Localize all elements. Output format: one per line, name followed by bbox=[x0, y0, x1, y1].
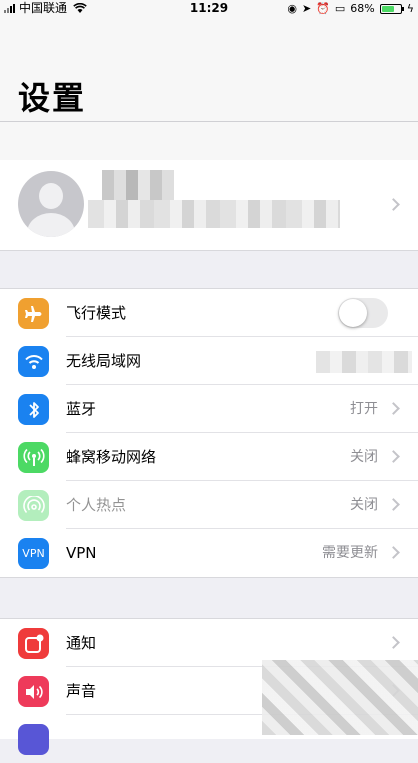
settings-row-bluetooth[interactable]: 蓝牙 打开 bbox=[0, 385, 418, 433]
settings-row-wifi[interactable]: 无线局域网 bbox=[0, 337, 418, 385]
status-bar: 中国联通 11:29 ◉ ➤ ⏰ ▭ 68% ϟ bbox=[0, 0, 418, 17]
screen-mirroring-icon: ▭ bbox=[334, 2, 346, 15]
settings-row-label: VPN bbox=[66, 544, 97, 562]
airplane-mode-toggle[interactable] bbox=[338, 298, 388, 328]
blurred-wifi-name bbox=[316, 351, 412, 373]
settings-row-value: 关闭 bbox=[350, 449, 378, 465]
battery-percent: 68% bbox=[350, 2, 375, 15]
chevron-right-icon bbox=[387, 450, 400, 463]
settings-row-personal-hotspot[interactable]: 个人热点 关闭 bbox=[0, 481, 418, 529]
settings-row-label: 蓝牙 bbox=[66, 400, 97, 418]
alarm-icon: ⏰ bbox=[316, 2, 330, 15]
blurred-watermark bbox=[262, 660, 418, 735]
settings-row-vpn[interactable]: VPN VPN 需要更新 bbox=[0, 529, 418, 577]
settings-row-label: 个人热点 bbox=[66, 496, 127, 514]
chevron-right-icon bbox=[387, 402, 400, 415]
settings-row-label: 飞行模式 bbox=[66, 304, 127, 322]
chevron-right-icon bbox=[387, 198, 400, 211]
bluetooth-icon bbox=[18, 394, 49, 425]
settings-row-airplane-mode[interactable]: 飞行模式 bbox=[0, 289, 418, 337]
next-setting-icon bbox=[18, 724, 49, 755]
chevron-right-icon bbox=[387, 498, 400, 511]
wifi-icon bbox=[18, 346, 49, 377]
settings-row-label: 蜂窝移动网络 bbox=[66, 448, 157, 466]
avatar bbox=[18, 171, 84, 237]
airplane-icon bbox=[18, 298, 49, 329]
location-icon: ➤ bbox=[301, 2, 312, 15]
blurred-profile-subtitle bbox=[88, 200, 340, 228]
vpn-icon-text: VPN bbox=[22, 547, 45, 560]
chevron-right-icon bbox=[387, 636, 400, 649]
settings-row-value: 打开 bbox=[350, 401, 378, 417]
settings-row-label: 声音 bbox=[66, 682, 97, 700]
blurred-profile-name bbox=[102, 170, 174, 200]
settings-row-label: 通知 bbox=[66, 634, 97, 652]
settings-row-value: 需要更新 bbox=[322, 545, 378, 561]
notification-icon bbox=[18, 628, 49, 659]
settings-group-connectivity: 飞行模式 无线局域网 蓝牙 打开 蜂窝移动网络 关闭 个人热点 关闭 VPN V… bbox=[0, 288, 418, 578]
settings-row-cellular[interactable]: 蜂窝移动网络 关闭 bbox=[0, 433, 418, 481]
vpn-icon: VPN bbox=[18, 538, 49, 569]
battery-icon bbox=[379, 3, 404, 14]
settings-row-label: 无线局域网 bbox=[66, 352, 142, 370]
chevron-right-icon bbox=[387, 546, 400, 559]
hotspot-icon bbox=[18, 490, 49, 521]
charging-icon: ϟ bbox=[406, 2, 414, 15]
sound-icon bbox=[18, 676, 49, 707]
settings-row-value: 关闭 bbox=[350, 497, 378, 513]
header-divider-strip bbox=[0, 122, 418, 161]
nav-header: 设置 bbox=[0, 17, 418, 122]
orientation-lock-icon: ◉ bbox=[287, 2, 297, 15]
page-title: 设置 bbox=[18, 79, 87, 117]
cellular-icon bbox=[18, 442, 49, 473]
